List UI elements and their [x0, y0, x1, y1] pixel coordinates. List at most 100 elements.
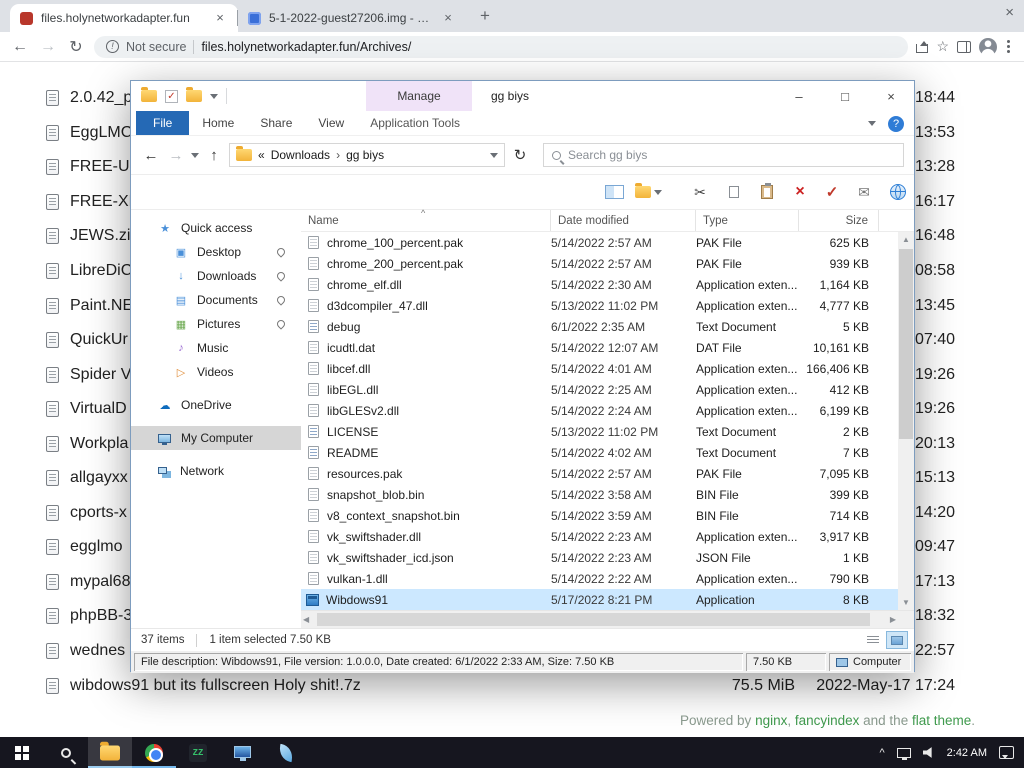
sidebar-item[interactable]: ▷ Videos: [131, 360, 301, 384]
column-header-type[interactable]: Type: [696, 210, 799, 231]
table-row[interactable]: libcef.dll 5/14/2022 4:01 AM Application…: [301, 358, 898, 379]
flat-theme-link[interactable]: flat theme: [912, 713, 971, 728]
hidden-icons-chevron-icon[interactable]: ^: [879, 747, 884, 759]
explorer-search-input[interactable]: Search gg biys: [543, 143, 904, 167]
qat-folder-icon[interactable]: [141, 87, 157, 102]
new-folder-button[interactable]: [631, 181, 665, 203]
network-icon[interactable]: [896, 747, 911, 760]
delete-button[interactable]: ×: [787, 181, 813, 203]
table-row[interactable]: libEGL.dll 5/14/2022 2:25 AM Application…: [301, 379, 898, 400]
browser-refresh-icon[interactable]: ↻: [66, 37, 86, 57]
share-icon[interactable]: [916, 40, 929, 53]
cut-button[interactable]: ✂: [687, 181, 713, 203]
sidebar-item[interactable]: ▤ Documents: [131, 288, 301, 312]
table-row[interactable]: debug 6/1/2022 2:35 AM Text Document 5 K…: [301, 316, 898, 337]
taskbar-feather-app-button[interactable]: [264, 737, 308, 768]
manage-contextual-tab[interactable]: Manage: [366, 81, 472, 111]
qat-properties-icon[interactable]: ✓: [165, 89, 178, 103]
taskbar-vm-app-button[interactable]: [220, 737, 264, 768]
side-panel-icon[interactable]: [957, 40, 971, 53]
taskbar-explorer-button[interactable]: [88, 737, 132, 768]
history-chevron-icon[interactable]: [191, 152, 199, 162]
mail-button[interactable]: ✉: [851, 181, 877, 203]
browser-menu-icon[interactable]: [1007, 40, 1010, 43]
clock[interactable]: 2:42 AM: [947, 747, 987, 759]
ribbon-tab[interactable]: Home: [189, 111, 247, 135]
action-center-icon[interactable]: [999, 746, 1014, 759]
explorer-up-icon[interactable]: ↑: [204, 147, 224, 164]
qat-new-folder-icon[interactable]: [186, 87, 202, 102]
url-text[interactable]: files.holynetworkadapter.fun/Archives/: [201, 40, 411, 54]
table-row[interactable]: icudtl.dat 5/14/2022 12:07 AM DAT File 1…: [301, 337, 898, 358]
ribbon-tab[interactable]: Share: [247, 111, 305, 135]
breadcrumb-prefix[interactable]: «: [258, 148, 265, 162]
sidebar-item[interactable]: ♪ Music: [131, 336, 301, 360]
explorer-titlebar[interactable]: ✓ Manage gg biys – □ ×: [131, 81, 914, 111]
taskbar-search-button[interactable]: [44, 737, 88, 768]
copy-button[interactable]: [721, 181, 747, 203]
paste-button[interactable]: [754, 181, 780, 203]
scroll-right-icon[interactable]: ▶: [890, 615, 896, 624]
scroll-down-icon[interactable]: ▼: [898, 595, 914, 610]
horizontal-scroll-thumb[interactable]: [317, 613, 870, 626]
breadcrumb-item-current[interactable]: gg biys: [346, 148, 384, 162]
address-bar[interactable]: ! Not secure files.holynetworkadapter.fu…: [94, 35, 909, 58]
taskbar-zz-app-button[interactable]: ZZ: [176, 737, 220, 768]
breadcrumb-item-downloads[interactable]: Downloads: [271, 148, 330, 162]
table-row[interactable]: vk_swiftshader.dll 5/14/2022 2:23 AM App…: [301, 526, 898, 547]
help-icon[interactable]: ?: [888, 115, 904, 132]
internet-button[interactable]: [885, 181, 911, 203]
preview-pane-button[interactable]: [601, 181, 627, 203]
browser-tab[interactable]: 5-1-2022-guest27206.img - Virt ×: [237, 4, 466, 32]
tab-close-icon[interactable]: ×: [440, 10, 456, 26]
table-row[interactable]: resources.pak 5/14/2022 2:57 AM PAK File…: [301, 463, 898, 484]
bookmark-star-icon[interactable]: ☆: [936, 38, 949, 55]
sidebar-item[interactable]: My Computer: [131, 426, 301, 450]
browser-window-close-icon[interactable]: ×: [1005, 4, 1014, 21]
fancyindex-link[interactable]: fancyindex: [795, 713, 860, 728]
sidebar-item[interactable]: ▣ Desktop: [131, 240, 301, 264]
thumbnail-view-toggle[interactable]: [886, 631, 908, 649]
list-view-toggle[interactable]: [862, 631, 884, 649]
table-row[interactable]: Wibdows91 5/17/2022 8:21 PM Application …: [301, 589, 898, 610]
table-row[interactable]: vk_swiftshader_icd.json 5/14/2022 2:23 A…: [301, 547, 898, 568]
close-icon[interactable]: ×: [868, 81, 914, 111]
column-header-size[interactable]: Size: [799, 210, 879, 231]
table-row[interactable]: libGLESv2.dll 5/14/2022 2:24 AM Applicat…: [301, 400, 898, 421]
taskbar-browser-button[interactable]: [132, 737, 176, 768]
horizontal-scrollbar[interactable]: ◀ ▶: [301, 610, 914, 628]
table-row[interactable]: chrome_100_percent.pak 5/14/2022 2:57 AM…: [301, 232, 898, 253]
scroll-up-icon[interactable]: ▲: [898, 232, 914, 247]
table-row[interactable]: d3dcompiler_47.dll 5/13/2022 11:02 PM Ap…: [301, 295, 898, 316]
ribbon-tab[interactable]: View: [305, 111, 357, 135]
browser-tab[interactable]: files.holynetworkadapter.fun ×: [10, 4, 238, 32]
sidebar-item[interactable]: ↓ Downloads: [131, 264, 301, 288]
column-header-date[interactable]: Date modified: [551, 210, 696, 231]
vertical-scrollbar[interactable]: ▲ ▼: [898, 232, 914, 610]
confirm-button[interactable]: ✓: [819, 181, 845, 203]
scroll-left-icon[interactable]: ◀: [303, 615, 309, 624]
sidebar-item[interactable]: ★ Quick access: [131, 216, 301, 240]
qat-customize-chevron-icon[interactable]: [210, 93, 218, 103]
table-row[interactable]: chrome_200_percent.pak 5/14/2022 2:57 AM…: [301, 253, 898, 274]
explorer-address-bar[interactable]: « Downloads › gg biys: [229, 143, 505, 167]
sidebar-item[interactable]: ▦ Pictures: [131, 312, 301, 336]
explorer-back-icon[interactable]: ←: [141, 147, 161, 164]
table-row[interactable]: LICENSE 5/13/2022 11:02 PM Text Document…: [301, 421, 898, 442]
maximize-icon[interactable]: □: [822, 81, 868, 111]
list-item[interactable]: wibdows91 but its fullscreen Holy shit!.…: [0, 668, 1024, 703]
table-row[interactable]: chrome_elf.dll 5/14/2022 2:30 AM Applica…: [301, 274, 898, 295]
column-header-name[interactable]: Name: [301, 210, 551, 231]
address-dropdown-chevron-icon[interactable]: [490, 152, 498, 162]
browser-back-icon[interactable]: ←: [10, 38, 30, 56]
start-button[interactable]: [0, 737, 44, 768]
table-row[interactable]: README 5/14/2022 4:02 AM Text Document 7…: [301, 442, 898, 463]
table-row[interactable]: snapshot_blob.bin 5/14/2022 3:58 AM BIN …: [301, 484, 898, 505]
ribbon-tab[interactable]: Application Tools: [357, 111, 473, 135]
new-tab-button[interactable]: +: [472, 3, 498, 29]
speaker-icon[interactable]: [922, 747, 932, 758]
tab-close-icon[interactable]: ×: [212, 10, 228, 26]
profile-avatar[interactable]: [979, 37, 997, 56]
ribbon-tab[interactable]: File: [136, 111, 190, 135]
table-row[interactable]: v8_context_snapshot.bin 5/14/2022 3:59 A…: [301, 505, 898, 526]
